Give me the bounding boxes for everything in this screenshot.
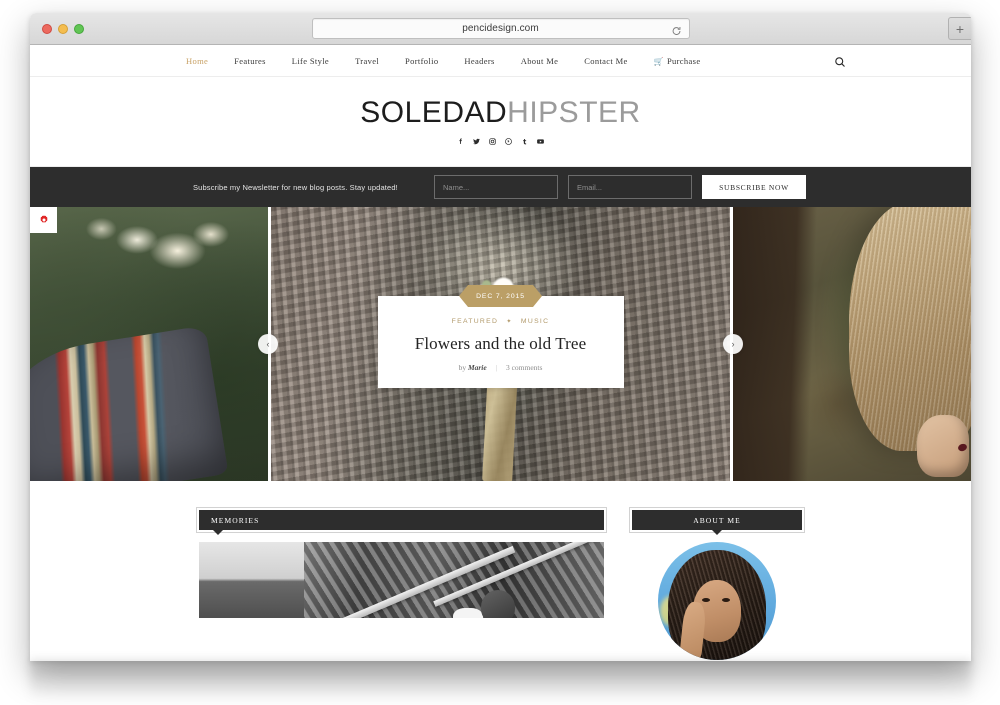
category-music[interactable]: MUSIC — [521, 318, 549, 325]
reload-icon[interactable] — [671, 23, 682, 35]
nav-item-features[interactable]: Features — [221, 56, 279, 66]
nav-item-portfolio[interactable]: Portfolio — [392, 56, 451, 66]
nav-item-life-style[interactable]: Life Style — [279, 56, 342, 66]
slide-previous[interactable] — [30, 207, 268, 481]
browser-window: pencidesign.com + Home Features Life Sty… — [30, 13, 971, 661]
close-window-button[interactable] — [42, 24, 52, 34]
newsletter-name-input[interactable] — [434, 175, 558, 199]
minimize-window-button[interactable] — [58, 24, 68, 34]
subscribe-now-button[interactable]: SUBSCRIBE NOW — [702, 175, 806, 199]
window-drop-shadow — [30, 661, 971, 701]
memories-person-shirt-shape — [452, 608, 483, 618]
twitter-icon[interactable] — [472, 137, 481, 146]
about-me-title: ABOUT ME — [693, 515, 741, 525]
newsletter-form: SUBSCRIBE NOW — [434, 175, 806, 199]
logo-bold-text: SOLEDAD — [360, 95, 508, 129]
new-tab-button[interactable]: + — [948, 17, 971, 40]
memories-title: MEMORIES — [211, 515, 260, 525]
slide-caption-card: DEC 7, 2015 FEATURED ✦ MUSIC Flowers and… — [377, 296, 624, 388]
date-badge: DEC 7, 2015 — [459, 285, 542, 307]
social-links — [456, 137, 545, 146]
newsletter-bar: Subscribe my Newsletter for new blog pos… — [30, 167, 971, 207]
about-me-section-header: ABOUT ME — [629, 507, 805, 535]
search-icon[interactable] — [834, 55, 846, 67]
newsletter-email-input[interactable] — [568, 175, 692, 199]
header-pointer-icon — [711, 529, 723, 535]
memories-person-head-shape — [480, 590, 515, 618]
cart-icon: 🛒 — [653, 56, 664, 66]
header-pointer-icon — [212, 529, 224, 535]
about-me-section: ABOUT ME — [629, 507, 805, 660]
avatar-right-eye-shape — [722, 598, 730, 602]
memories-wall-shape — [199, 542, 305, 618]
browser-chrome: pencidesign.com + — [30, 13, 971, 45]
slide-post-title[interactable]: Flowers and the old Tree — [394, 334, 608, 354]
url-bar[interactable]: pencidesign.com — [311, 18, 690, 39]
instagram-icon[interactable] — [488, 137, 497, 146]
featured-slider: ‹ › DEC 7, 2015 FEATURED ✦ MUSIC Flowers… — [30, 207, 971, 481]
nav-item-purchase-label: Purchase — [666, 55, 701, 66]
nav-item-headers[interactable]: Headers — [451, 56, 507, 66]
newsletter-text: Subscribe my Newsletter for new blog pos… — [193, 182, 398, 192]
category-separator-icon: ✦ — [506, 319, 513, 325]
memories-section-header: MEMORIES — [196, 507, 607, 535]
post-author[interactable]: Marie — [468, 363, 487, 372]
slider-next-button[interactable]: › — [723, 334, 743, 354]
avatar[interactable] — [658, 542, 776, 660]
slide-next[interactable] — [733, 207, 971, 481]
gear-icon[interactable] — [30, 207, 57, 233]
avatar-wrapper — [632, 542, 802, 660]
site-logo[interactable]: SOLEDADHIPSTER — [360, 95, 641, 129]
tumblr-icon[interactable] — [520, 137, 529, 146]
nav-item-about-me[interactable]: About Me — [508, 56, 572, 66]
logo-light-text: HIPSTER — [507, 95, 641, 129]
content-area: MEMORIES ABOUT ME — [30, 481, 971, 660]
youtube-icon[interactable] — [536, 137, 545, 146]
nav-item-home[interactable]: Home — [173, 56, 221, 66]
category-featured[interactable]: FEATURED — [452, 318, 499, 325]
nav-menu: Home Features Life Style Travel Portfoli… — [173, 56, 713, 66]
memories-photo[interactable] — [199, 542, 604, 618]
traffic-lights — [42, 24, 84, 34]
slide-post-meta: by Marie | 3 comments — [394, 363, 608, 372]
avatar-left-eye-shape — [702, 598, 710, 602]
page-viewport: Home Features Life Style Travel Portfoli… — [30, 45, 971, 661]
site-header: SOLEDADHIPSTER — [30, 77, 971, 167]
maximize-window-button[interactable] — [74, 24, 84, 34]
category-row: FEATURED ✦ MUSIC — [394, 318, 608, 325]
pinterest-icon[interactable] — [504, 137, 513, 146]
author-prefix: by — [458, 363, 467, 372]
nav-item-contact-me[interactable]: Contact Me — [571, 56, 640, 66]
memories-section: MEMORIES — [196, 507, 607, 618]
slider-prev-button[interactable]: ‹ — [258, 334, 278, 354]
facebook-icon[interactable] — [456, 137, 465, 146]
nav-item-travel[interactable]: Travel — [342, 56, 392, 66]
site-navigation: Home Features Life Style Travel Portfoli… — [30, 45, 971, 77]
blonde-hair-shape — [849, 207, 971, 451]
nav-item-purchase[interactable]: 🛒 Purchase — [641, 56, 714, 66]
url-text: pencidesign.com — [462, 23, 539, 34]
post-comments-count[interactable]: 3 comments — [506, 363, 542, 372]
meta-divider: | — [495, 363, 498, 372]
